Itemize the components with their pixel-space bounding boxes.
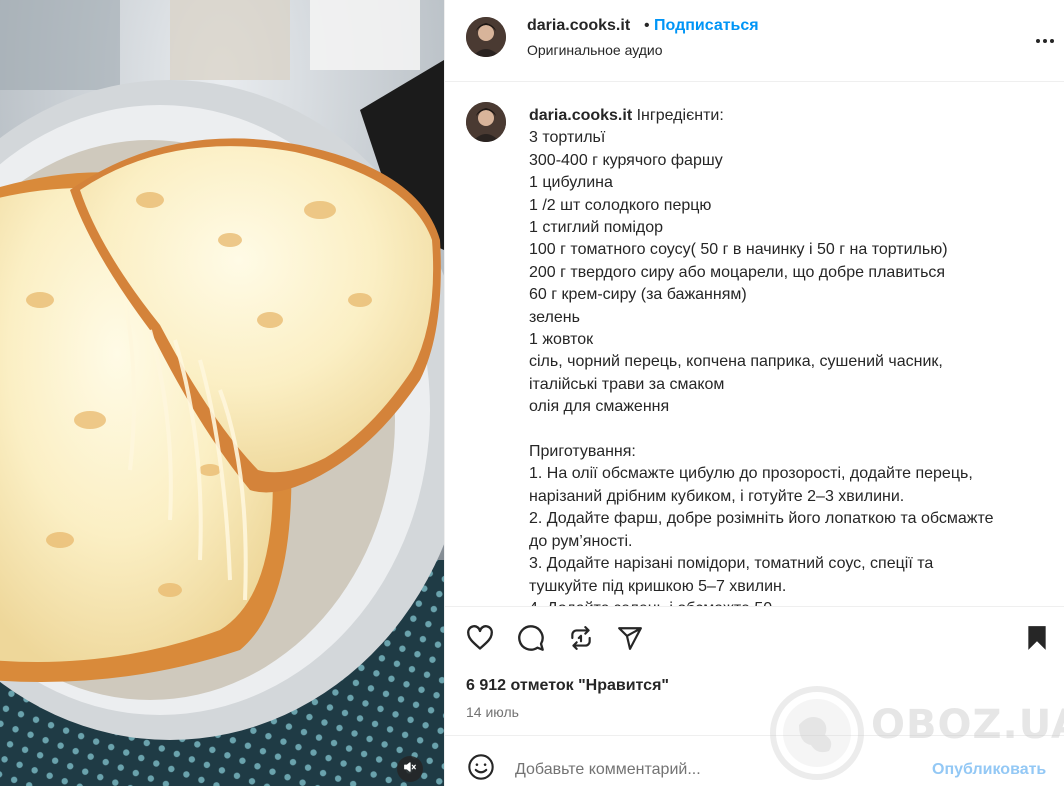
post-actions: 6 912 отметок "Нравится" 14 июль [445,606,1064,736]
post-comment-button[interactable]: Опубликовать [932,761,1046,779]
caption-username[interactable]: daria.cooks.it [529,107,632,124]
emoji-button[interactable] [466,753,496,786]
caption-line: тушкуйте під кришкою 5–7 хвилин. [529,577,787,595]
caption-avatar[interactable] [466,102,506,142]
caption-line: 100 г томатного соусу( 50 г в начинку і … [529,241,948,259]
caption-line: Інгредієнти: [636,107,724,124]
comment-input[interactable] [515,759,915,781]
caption-line: 1 /2 шт солодкого перцю [529,196,712,214]
comment-button[interactable] [516,624,546,657]
caption-line: 1 жовток [529,331,594,349]
post-header: daria.cooks.it • Подписаться Оригинально… [445,0,1064,82]
caption-line: 200 г твердого сиру або моцарели, що доб… [529,263,946,281]
repost-icon [568,625,594,656]
caption-first-line: daria.cooks.it Інгредієнти: [529,105,1049,127]
food-photo [0,0,444,786]
comments-section[interactable]: daria.cooks.it Інгредієнти: 3 тортильї 3… [445,83,1064,606]
caption-line: Приготування: [529,443,636,461]
heart-icon [466,624,494,656]
caption-line: нарізаний дрібним кубиком, і готуйте 2–3… [529,487,905,505]
audio-label[interactable]: Оригинальное аудио [527,42,663,58]
emoji-icon [467,753,495,786]
separator-dot: • [644,17,650,34]
caption-line: зелень [529,308,580,326]
caption-line: 3. Додайте нарізані помідори, томатний с… [529,555,934,573]
post-sidebar: daria.cooks.it • Подписаться Оригинально… [444,0,1064,786]
mute-button[interactable] [397,756,423,782]
follow-button[interactable]: Подписаться [654,17,759,35]
post-media[interactable] [0,0,444,786]
caption-line: олія для смаження [529,398,670,416]
caption-line: сіль, чорний перець, копчена паприка, су… [529,353,943,371]
caption-line: 2. Додайте фарш, добре розімніть його ло… [529,510,994,528]
comment-composer: Опубликовать [445,737,1064,786]
comment-icon [517,624,545,657]
post-caption: daria.cooks.it Інгредієнти: 3 тортильї 3… [529,105,1049,606]
avatar[interactable] [466,17,506,57]
caption-line: 1 стиглий помідор [529,219,663,237]
caption-line: 60 г крем-сиру (за бажанням) [529,286,747,304]
bookmark-icon [1025,625,1049,656]
more-options-button[interactable] [1033,28,1057,52]
caption-line: 1. На олії обсмажте цибулю до прозорості… [529,465,973,483]
share-icon [616,625,644,656]
likes-count[interactable]: 6 912 отметок "Нравится" [466,677,669,695]
caption-line: 300-400 г курячого фаршу [529,151,723,169]
caption-line: 1 цибулина [529,174,613,192]
caption-line: італійські трави за смаком [529,375,725,393]
save-button[interactable] [1022,625,1052,655]
caption-line: 4. Додайте зелень і обсмажте 50... [529,598,1049,606]
caption-line: до рум’яності. [529,532,633,550]
author-username[interactable]: daria.cooks.it [527,17,630,35]
speaker-muted-icon [403,760,417,779]
caption-line: 3 тортильї [529,129,606,147]
post-date[interactable]: 14 июль [466,704,519,720]
like-button[interactable] [465,624,495,656]
more-horizontal-icon [1035,31,1055,49]
share-button[interactable] [615,625,645,655]
repost-button[interactable] [566,625,596,655]
